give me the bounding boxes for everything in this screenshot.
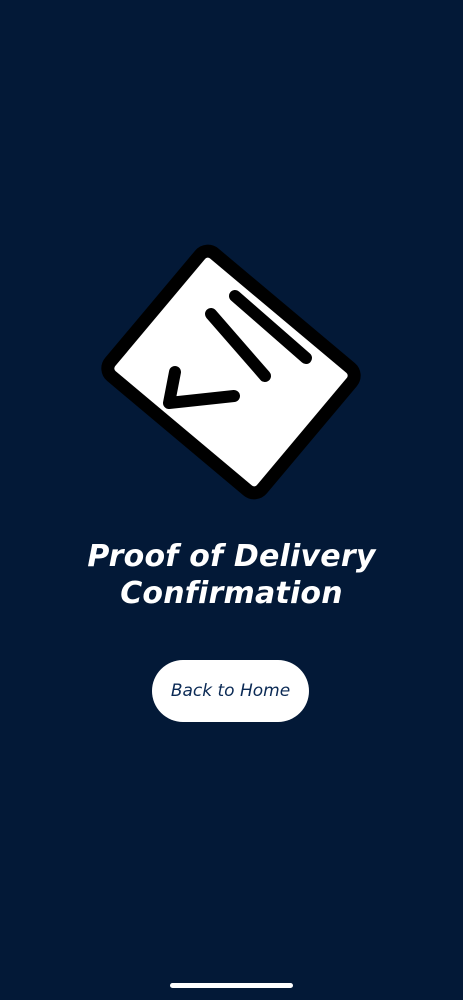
home-indicator[interactable] <box>170 983 293 988</box>
back-to-home-button[interactable]: Back to Home <box>152 660 309 722</box>
delivery-receipt-check-icon <box>95 236 367 508</box>
page-title-line-2: Confirmation <box>120 576 343 611</box>
page-title: Proof of Delivery Confirmation <box>0 538 463 612</box>
page-title-line-1: Proof of Delivery <box>87 539 376 574</box>
